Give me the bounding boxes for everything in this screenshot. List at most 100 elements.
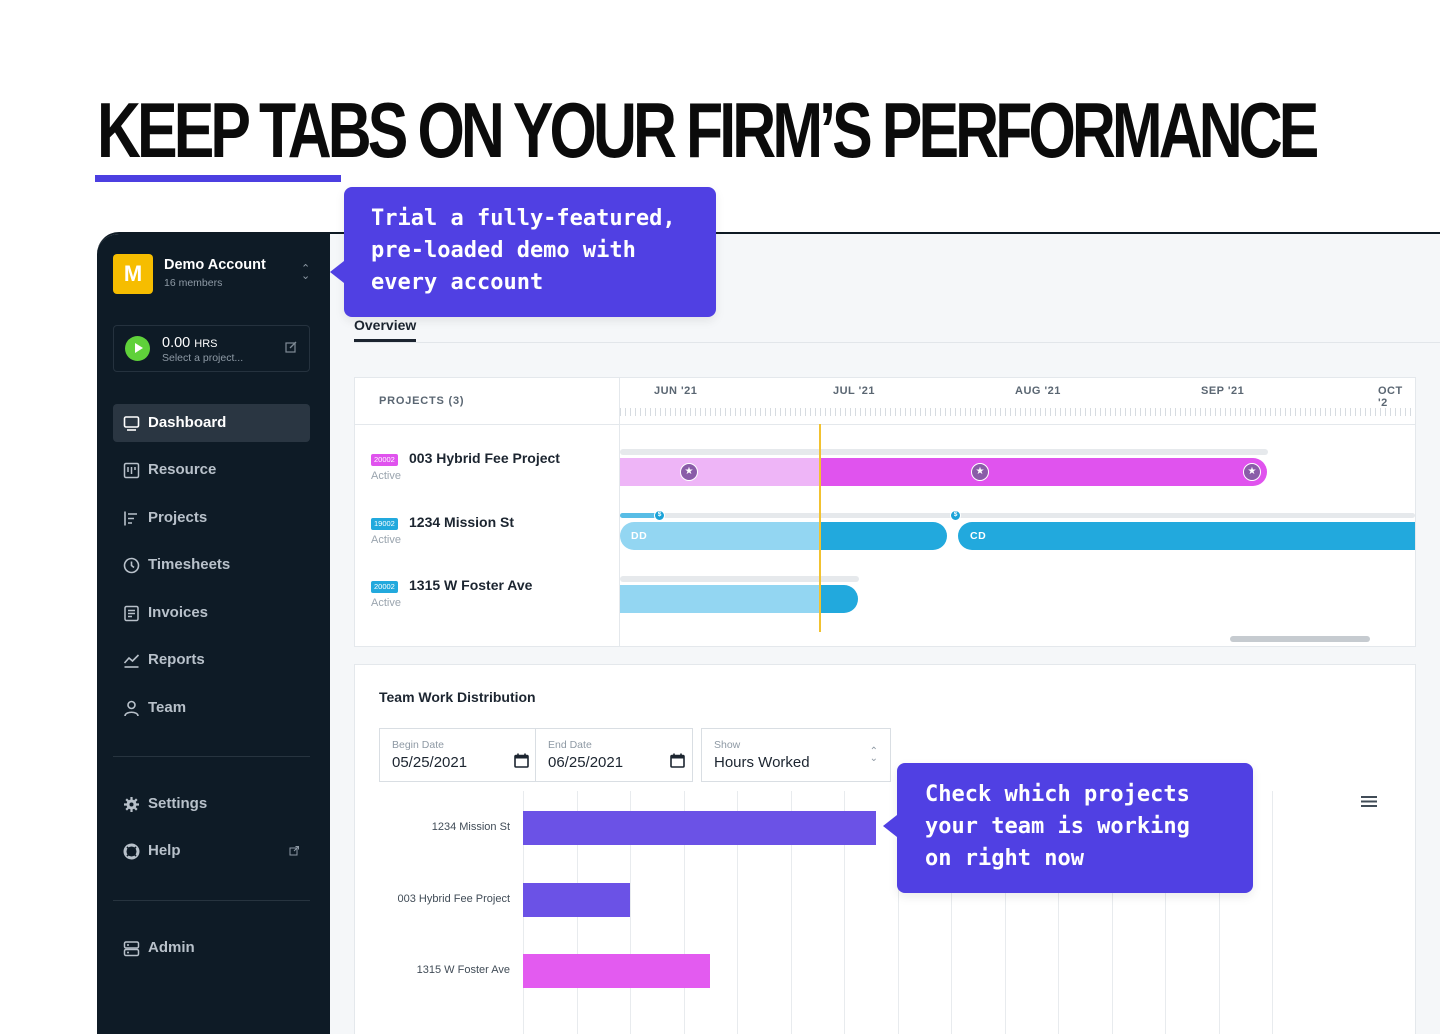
nav-label: Dashboard <box>148 414 227 431</box>
time-tracker[interactable]: 0.00 HRS Select a project... <box>113 325 310 372</box>
callout-line: pre-loaded demo with <box>371 238 636 263</box>
callout-line: your team is working <box>925 814 1190 839</box>
category-label: 1315 W Foster Ave <box>416 964 510 976</box>
app-window: M Demo Account 16 members ⌃ ⌄ 0.00 HRS Se… <box>97 232 1440 1034</box>
nav-label: Team <box>148 699 187 716</box>
nav-timesheets[interactable]: Timesheets <box>113 546 310 584</box>
project-row[interactable]: 20002 003 Hybrid Fee Project Active <box>371 449 611 489</box>
nav-projects[interactable]: Projects <box>113 499 310 537</box>
project-row[interactable]: 19002 1234 Mission St Active <box>371 513 611 553</box>
dollar-milestone-icon[interactable]: $ <box>950 510 961 521</box>
timer-value: 0.00 HRS <box>162 335 218 351</box>
show-select[interactable]: Show Hours Worked ⌃ ⌄ <box>701 728 891 782</box>
projects-icon <box>124 511 137 526</box>
headline-underline <box>95 175 341 182</box>
lifebuoy-icon <box>123 843 140 860</box>
project-bar[interactable] <box>820 458 1267 486</box>
phase-label: DD <box>631 530 648 542</box>
project-track <box>620 449 1268 455</box>
field-value[interactable]: 06/25/2021 <box>548 754 623 771</box>
project-status: Active <box>371 534 401 546</box>
nav-settings[interactable]: Settings <box>113 785 310 823</box>
nav-admin[interactable]: Admin <box>113 929 310 967</box>
nav-label: Help <box>148 842 181 859</box>
month-label: JUN '21 <box>654 385 698 397</box>
main-content: Overview PROJECTS (3) JUN '21 JUL '21 AU… <box>330 234 1440 1034</box>
project-bar[interactable] <box>820 585 858 613</box>
month-label: JUL '21 <box>833 385 875 397</box>
nav-resource[interactable]: Resource <box>113 451 310 489</box>
field-value[interactable]: 05/25/2021 <box>392 754 467 771</box>
play-icon[interactable] <box>125 336 150 361</box>
dollar-milestone-icon[interactable]: $ <box>654 510 665 521</box>
timer-value-number: 0.00 <box>162 335 191 351</box>
sidebar-divider <box>113 900 310 901</box>
nav-reports[interactable]: Reports <box>113 641 310 679</box>
nav-label: Reports <box>148 651 205 668</box>
account-members: 16 members <box>164 277 223 289</box>
sidebar-divider <box>113 756 310 757</box>
field-value[interactable]: Hours Worked <box>714 754 810 771</box>
callout-team: Check which projects your team is workin… <box>883 763 1253 893</box>
phase-label: CD <box>970 530 987 542</box>
project-code: 20002 <box>371 581 398 593</box>
nav-help[interactable]: Help <box>113 832 310 870</box>
project-bar-past[interactable] <box>620 458 820 486</box>
nav-dashboard[interactable]: Dashboard <box>113 404 310 442</box>
chart-bar[interactable] <box>523 811 876 845</box>
callout-line: every account <box>371 270 544 295</box>
phase-bar-dd-future[interactable] <box>820 522 947 550</box>
timer-project-prompt: Select a project... <box>162 352 244 364</box>
field-label: End Date <box>548 739 592 751</box>
project-bar-past[interactable] <box>620 585 820 613</box>
hamburger-menu-icon[interactable] <box>1361 795 1377 808</box>
project-row[interactable]: 20002 1315 W Foster Ave Active <box>371 576 611 616</box>
invoice-icon <box>124 605 139 622</box>
section-title: Team Work Distribution <box>379 689 536 705</box>
team-work-distribution: Team Work Distribution Begin Date 05/25/… <box>354 664 1416 1034</box>
account-switcher[interactable]: M Demo Account 16 members ⌃ ⌄ <box>113 254 313 294</box>
field-label: Begin Date <box>392 739 444 751</box>
begin-date-field[interactable]: Begin Date 05/25/2021 <box>379 728 537 782</box>
project-track <box>620 576 859 582</box>
callout-line: Check which projects <box>925 782 1190 807</box>
sidebar: M Demo Account 16 members ⌃ ⌄ 0.00 HRS Se… <box>97 234 330 1034</box>
project-name[interactable]: 1234 Mission St <box>409 514 514 530</box>
calendar-icon[interactable] <box>670 753 685 768</box>
tab-bar-divider <box>354 342 1440 343</box>
star-milestone-icon[interactable]: ★ <box>680 463 698 481</box>
gear-icon <box>124 797 139 812</box>
nav-invoices[interactable]: Invoices <box>113 594 310 632</box>
end-date-field[interactable]: End Date 06/25/2021 <box>535 728 693 782</box>
callout-demo: Trial a fully-featured, pre-loaded demo … <box>330 187 716 317</box>
project-name[interactable]: 1315 W Foster Ave <box>409 577 532 593</box>
calendar-icon[interactable] <box>514 753 529 768</box>
chevron-updown-icon[interactable]: ⌃ ⌄ <box>301 264 310 282</box>
nav-label: Settings <box>148 795 208 812</box>
nav-label: Invoices <box>148 604 209 621</box>
phase-bar-dd[interactable]: DD <box>620 522 820 550</box>
page-headline: KEEP TABS ON YOUR FIRM’S PERFORMANCE <box>97 86 1319 174</box>
project-name[interactable]: 003 Hybrid Fee Project <box>409 450 560 466</box>
nav-label: Projects <box>148 509 208 526</box>
category-label: 1234 Mission St <box>431 821 510 833</box>
nav-label: Admin <box>148 939 195 956</box>
month-label: OCT '2 <box>1378 385 1403 409</box>
project-status: Active <box>371 597 401 609</box>
project-track-progress <box>620 513 656 518</box>
chart-line-icon <box>123 654 140 668</box>
star-milestone-icon[interactable]: ★ <box>971 463 989 481</box>
resource-icon <box>123 462 140 479</box>
tab-overview[interactable]: Overview <box>354 317 416 333</box>
horizontal-scrollbar[interactable] <box>1230 636 1370 642</box>
nav-team[interactable]: Team <box>113 689 310 727</box>
phase-bar-cd[interactable]: CD <box>958 522 1415 550</box>
edit-icon[interactable] <box>285 341 297 353</box>
star-milestone-icon[interactable]: ★ <box>1243 463 1261 481</box>
month-label: SEP '21 <box>1201 385 1245 397</box>
projects-count: PROJECTS (3) <box>379 395 465 407</box>
chart-bar[interactable] <box>523 954 710 988</box>
projects-timeline: PROJECTS (3) JUN '21 JUL '21 AUG '21 SEP… <box>354 377 1416 647</box>
today-marker <box>819 424 821 632</box>
chart-bar[interactable] <box>523 883 630 917</box>
